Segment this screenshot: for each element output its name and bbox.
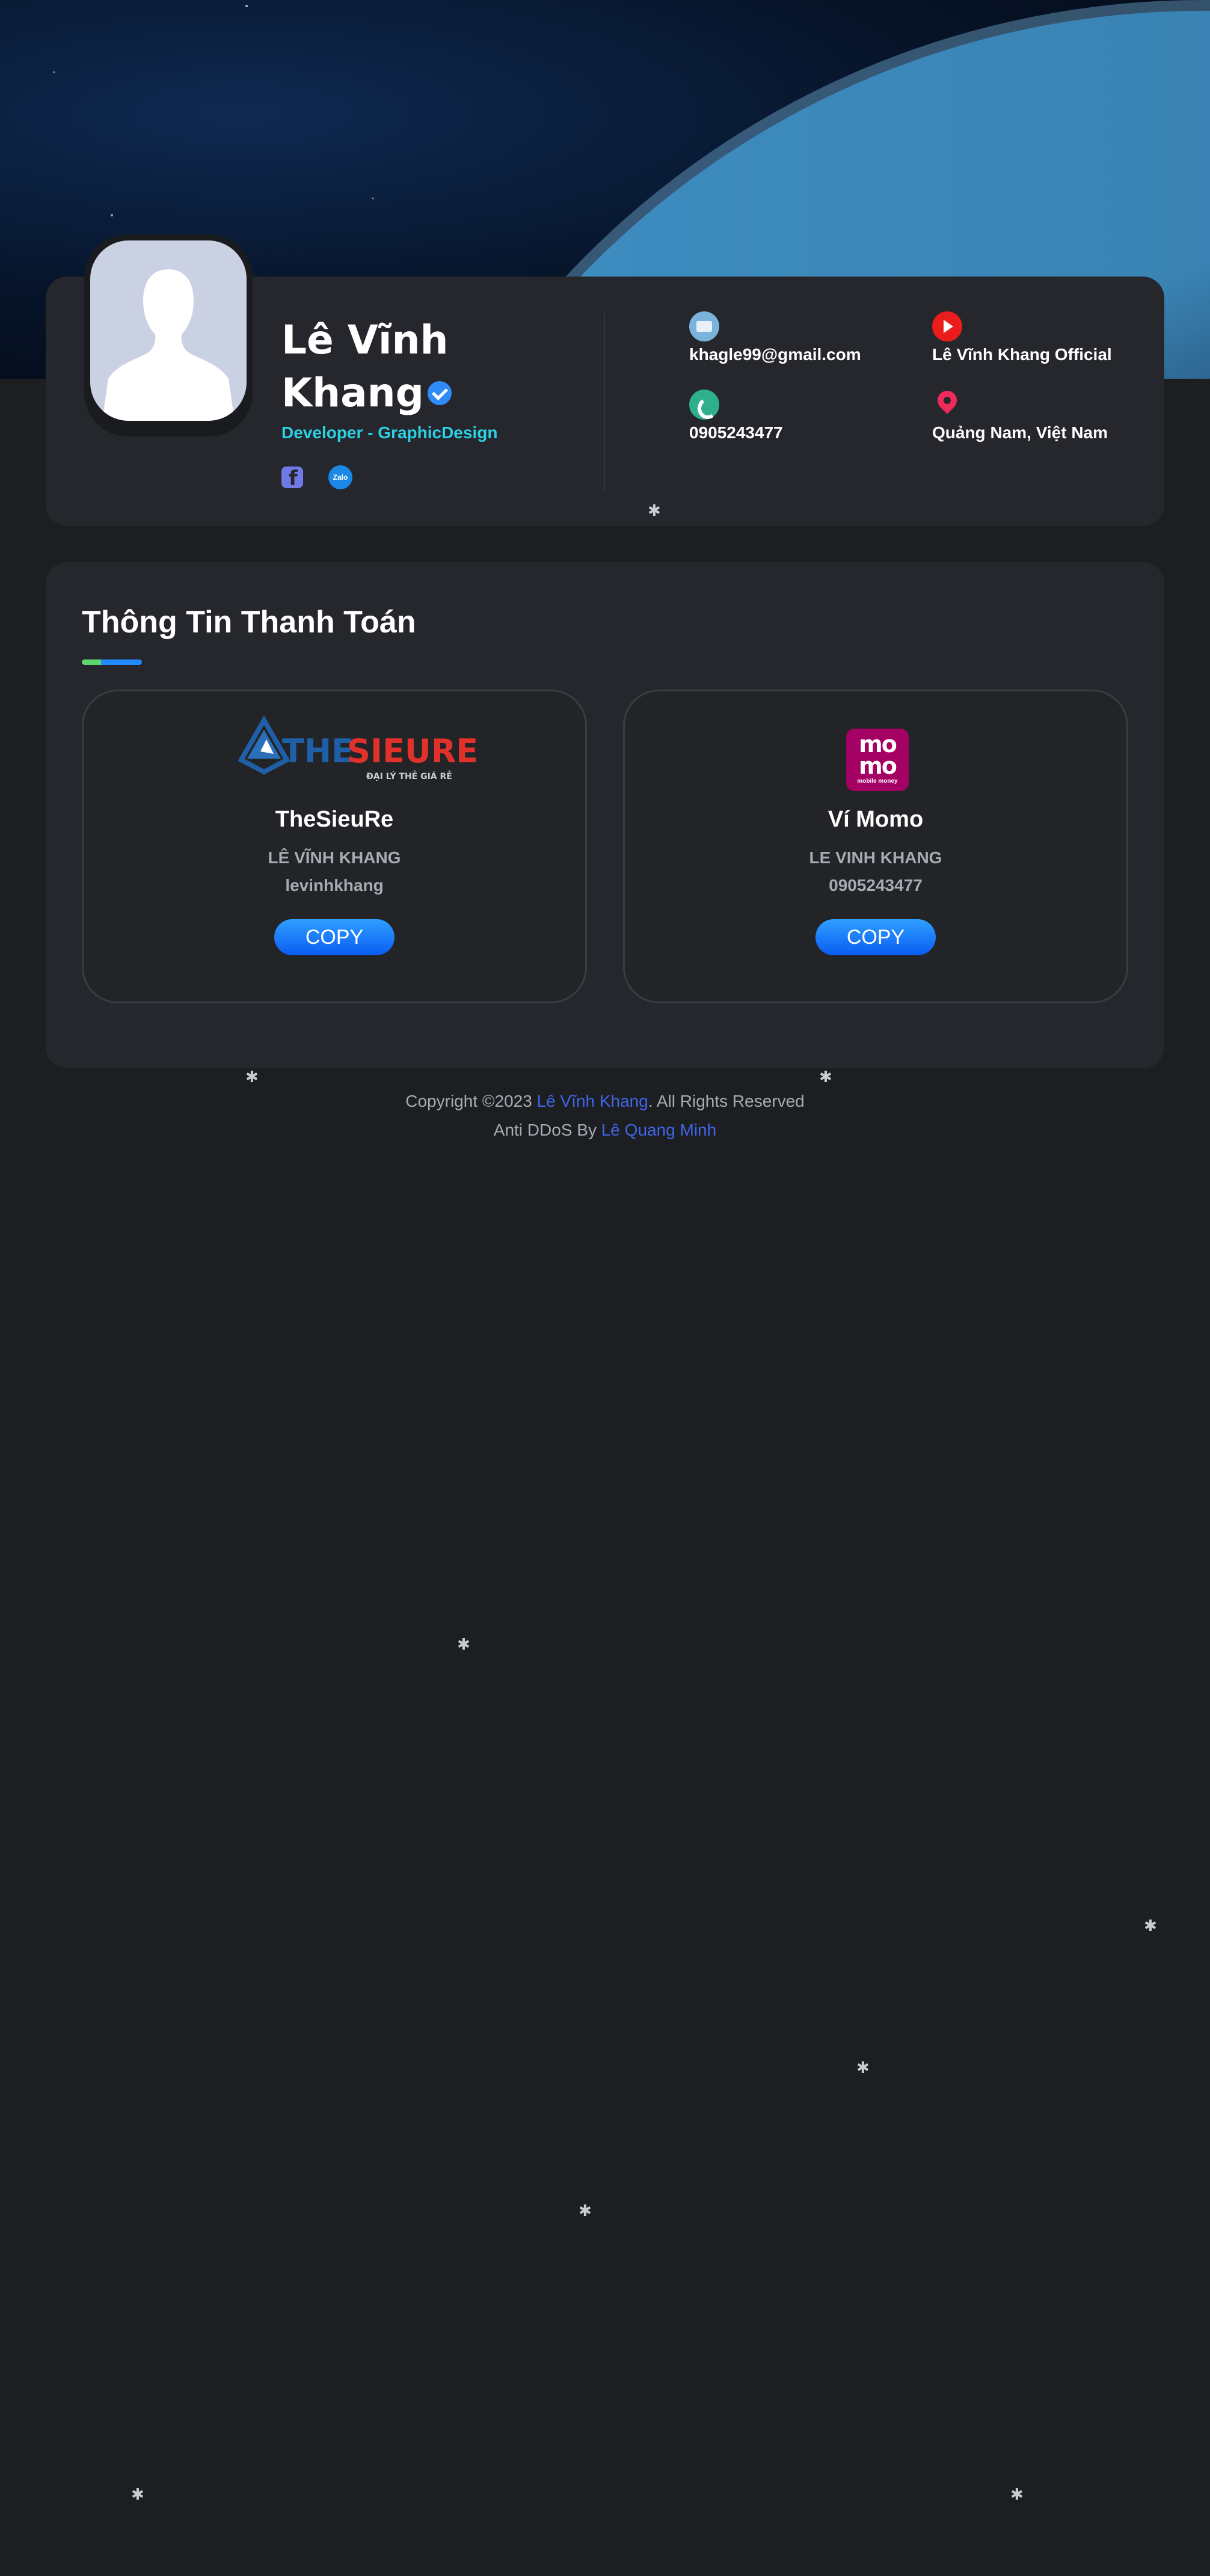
snowflake-icon: ✱ — [856, 2058, 870, 2076]
snowflake-icon: ✱ — [457, 1635, 470, 1653]
payment-title: Thông Tin Thanh Toán — [82, 605, 416, 640]
contact-email-value: khagle99@gmail.com — [689, 345, 861, 364]
social-links: Zalo — [281, 465, 594, 491]
ddos-prefix: Anti DDoS By — [493, 1121, 601, 1139]
payment-card-owner: LE VINH KHANG — [809, 848, 942, 867]
avatar-frame — [84, 234, 253, 436]
contact-youtube-value: Lê Vĩnh Khang Official — [932, 345, 1112, 364]
avatar[interactable] — [90, 240, 247, 421]
snowflake-icon: ✱ — [1010, 2485, 1024, 2503]
contact-email[interactable]: khagle99@gmail.com — [689, 311, 942, 364]
copyright-author-link[interactable]: Lê Vĩnh Khang — [537, 1092, 648, 1110]
profile-name-line1: Lê Vĩnh — [281, 317, 449, 363]
facebook-icon[interactable] — [281, 467, 303, 491]
momo-logo-bottom: mo — [859, 753, 897, 779]
payment-section: Thông Tin Thanh Toán THE SIEURE ĐẠI LÝ T… — [46, 562, 1164, 1068]
youtube-icon — [932, 311, 962, 341]
copyright-line: Copyright ©2023 Lê Vĩnh Khang. All Right… — [0, 1087, 1210, 1116]
copyright-suffix: . All Rights Reserved — [648, 1092, 805, 1110]
snowflake-icon: ✱ — [648, 501, 661, 519]
snowflake-icon: ✱ — [131, 2485, 144, 2503]
thesieure-logo-sieure: SIEURE — [347, 732, 478, 770]
thesieure-logo-icon: THE SIEURE ĐẠI LÝ THẺ GIÁ RẺ — [238, 715, 478, 782]
profile-role: Developer - GraphicDesign — [281, 423, 498, 442]
copyright-prefix: Copyright ©2023 — [405, 1092, 537, 1110]
profile-card: Lê Vĩnh Khang Developer - GraphicDesign … — [46, 234, 1164, 526]
snowflake-icon: ✱ — [245, 1068, 259, 1086]
payment-card-thesieure: THE SIEURE ĐẠI LÝ THẺ GIÁ RẺ TheSieuRe L… — [82, 690, 587, 1003]
snowflake-icon: ✱ — [819, 1068, 832, 1086]
copy-button[interactable]: COPY — [815, 919, 936, 955]
payment-card-momo: mo mo mobile money Ví Momo LE VINH KHANG… — [623, 690, 1128, 1003]
location-pin-icon — [932, 390, 962, 420]
email-icon — [689, 311, 719, 341]
payment-card-owner: LÊ VĨNH KHANG — [268, 848, 401, 867]
snowflake-icon: ✱ — [1144, 1917, 1157, 1935]
thesieure-logo-tagline: ĐẠI LÝ THẺ GIÁ RẺ — [366, 770, 452, 782]
momo-logo-tagline: mobile money — [857, 778, 898, 785]
ddos-author-link[interactable]: Lê Quang Minh — [601, 1121, 716, 1139]
payment-card-name: TheSieuRe — [275, 807, 394, 832]
momo-logo: mo mo mobile money — [625, 691, 1126, 791]
ddos-line: Anti DDoS By Lê Quang Minh — [0, 1116, 1210, 1145]
thesieure-logo: THE SIEURE ĐẠI LÝ THẺ GIÁ RẺ — [84, 691, 585, 788]
contact-youtube[interactable]: Lê Vĩnh Khang Official — [932, 311, 1185, 364]
profile-identity: Lê Vĩnh Khang Developer - GraphicDesign … — [281, 314, 594, 491]
payment-card-account: 0905243477 — [829, 876, 923, 895]
phone-icon — [689, 390, 719, 420]
contact-location-value: Quảng Nam, Việt Nam — [932, 423, 1108, 442]
contact-location: Quảng Nam, Việt Nam — [932, 390, 1185, 442]
footer: Copyright ©2023 Lê Vĩnh Khang. All Right… — [0, 1087, 1210, 1145]
verified-badge-icon — [427, 381, 452, 405]
profile-name-text: Khang — [281, 370, 424, 416]
thesieure-logo-the: THE — [282, 732, 354, 770]
contact-phone[interactable]: 0905243477 — [689, 390, 942, 442]
zalo-icon[interactable]: Zalo — [328, 465, 352, 489]
payment-card-name: Ví Momo — [828, 807, 924, 832]
payment-card-account: levinhkhang — [285, 876, 384, 895]
vertical-divider — [604, 313, 605, 493]
copy-button[interactable]: COPY — [274, 919, 395, 955]
profile-name-line2: Khang — [281, 367, 594, 420]
momo-logo-icon: mo mo mobile money — [846, 729, 909, 791]
snowflake-icon: ✱ — [579, 2201, 592, 2220]
default-avatar-icon — [102, 269, 235, 421]
title-underline — [82, 659, 142, 665]
contact-phone-value: 0905243477 — [689, 423, 783, 442]
